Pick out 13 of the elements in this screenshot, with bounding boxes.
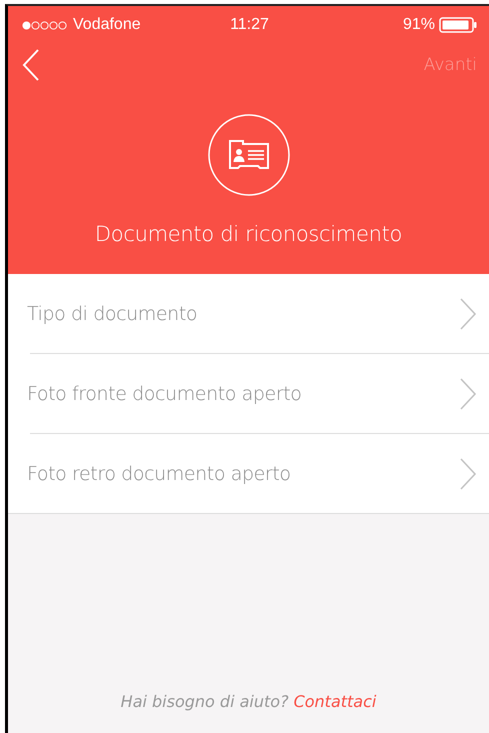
contact-link[interactable]: Contattaci xyxy=(294,692,376,711)
chevron-icon xyxy=(459,298,477,330)
help-text: Hai bisogno di aiuto? xyxy=(120,692,289,711)
chevron-icon xyxy=(459,378,477,410)
chevron-icon xyxy=(459,458,477,490)
id-card-icon xyxy=(208,114,290,196)
page-title: Documento di riconoscimento xyxy=(94,222,402,246)
back-button[interactable] xyxy=(22,48,40,82)
carrier-name: Vodafone xyxy=(73,16,141,34)
battery-icon xyxy=(439,17,477,33)
signal-icon xyxy=(22,20,67,30)
clock-time: 11:27 xyxy=(230,16,269,34)
battery-percent: 91% xyxy=(402,16,435,34)
